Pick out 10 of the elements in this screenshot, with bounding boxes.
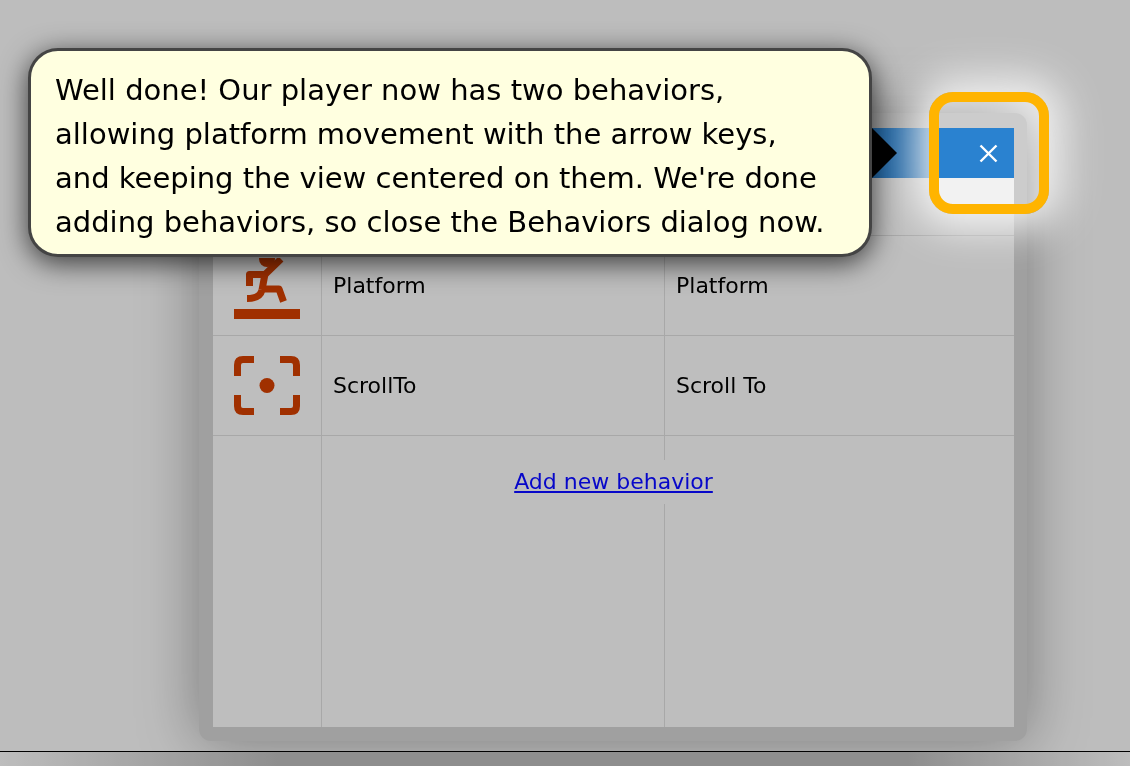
running-figure-icon (234, 257, 300, 319)
behavior-name: Platform (333, 271, 426, 300)
tooltip-text: Well done! Our player now has two behaviors, allowing platform movement with the arrow keys, and keeping the view centered on them. We're done adding behaviors, so close the Behaviors dialog now. (55, 72, 826, 241)
behavior-name: ScrollTo (333, 371, 417, 400)
close-icon (979, 143, 998, 163)
behavior-type: Platform (676, 271, 769, 300)
behavior-type: Scroll To (676, 371, 767, 400)
add-behavior-link[interactable]: Add new behavior (512, 460, 715, 504)
viewfinder-icon (234, 356, 300, 415)
tooltip-pointer (872, 128, 897, 178)
